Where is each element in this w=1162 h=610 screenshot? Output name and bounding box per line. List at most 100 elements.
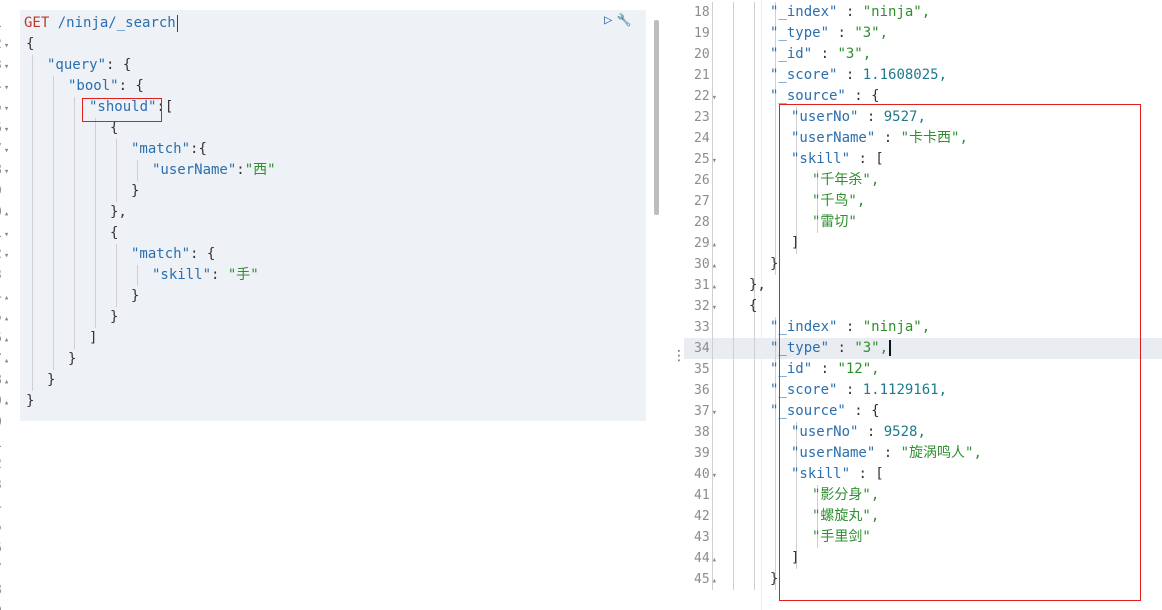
request-line[interactable]: 5▴}	[0, 307, 668, 328]
indent-guide	[32, 349, 33, 370]
request-line[interactable]: 5▾ "should":[	[0, 97, 668, 118]
code-token: "should"	[89, 99, 157, 115]
indent-guide	[754, 422, 755, 443]
fold-up-icon[interactable]: ▴	[4, 377, 9, 387]
indent-guide	[74, 97, 75, 118]
indent-guide	[733, 44, 734, 65]
empty-line[interactable]: 3	[0, 475, 668, 496]
request-line[interactable]: 4▾ "bool": {	[0, 76, 668, 97]
code-token: "西"	[244, 162, 276, 178]
fold-up-icon[interactable]: ▴	[4, 356, 9, 366]
line-number: 5▾	[0, 97, 14, 118]
request-line[interactable]: 9▴}	[0, 391, 668, 412]
indent-guide	[712, 338, 713, 359]
code-token: "_score"	[770, 67, 838, 83]
code-token: :	[858, 109, 884, 125]
fold-down-icon[interactable]: ▾	[4, 167, 9, 177]
line-number: 1	[0, 433, 14, 454]
line-number-text: 45	[694, 572, 710, 587]
code-token: :	[837, 382, 863, 398]
request-line-1[interactable]: 1 GET /ninja/_search	[0, 13, 668, 34]
line-number-text: 19	[694, 26, 710, 41]
empty-line[interactable]: 4	[0, 496, 668, 517]
fold-down-icon[interactable]: ▾	[4, 104, 9, 114]
request-scrollbar[interactable]	[654, 20, 659, 215]
line-number: 8▴	[0, 370, 14, 391]
request-line[interactable]: 0▴},	[0, 202, 668, 223]
indent-guide	[95, 286, 96, 307]
fold-down-icon[interactable]: ▾	[4, 251, 9, 261]
code-token: ]	[89, 330, 98, 346]
indent-guide	[74, 286, 75, 307]
request-editor-pane[interactable]: 1 GET /ninja/_search 2▾{ 3 ▾ "query": { 4▾"b…	[0, 0, 668, 610]
empty-line[interactable]: 1	[0, 433, 668, 454]
request-line[interactable]: 7▴}	[0, 349, 668, 370]
code-token: : {	[845, 88, 880, 104]
line-number-text: 30	[694, 257, 710, 272]
indent-guide	[733, 296, 734, 317]
fold-up-icon[interactable]: ▴	[4, 335, 9, 345]
fold-up-icon[interactable]: ▴	[4, 314, 9, 324]
indent-guide	[754, 401, 755, 422]
request-line[interactable]: 2▾ "match": {	[0, 244, 668, 265]
response-line: 40 ▾ "skill" : [	[684, 464, 1162, 485]
request-line[interactable]: 2▾ {	[0, 34, 668, 55]
empty-line[interactable]: 7	[0, 559, 668, 580]
indent-guide	[53, 160, 54, 181]
code-token: :	[875, 130, 901, 146]
empty-line[interactable]: 8	[0, 580, 668, 601]
line-number: 3	[0, 265, 14, 286]
code-token: : {	[106, 57, 132, 73]
indent-guide	[733, 107, 734, 128]
fold-up-icon[interactable]: ▴	[4, 293, 9, 303]
fold-down-icon[interactable]: ▾	[4, 230, 9, 240]
fold-down-icon[interactable]: ▾	[4, 146, 9, 156]
request-line[interactable]: 9}	[0, 181, 668, 202]
request-line[interactable]: 3▾ "query": {	[0, 55, 668, 76]
request-line[interactable]: 4▴}	[0, 286, 668, 307]
code-token: "query"	[47, 57, 107, 73]
empty-line[interactable]: 9	[0, 601, 668, 610]
empty-line[interactable]: 0	[0, 412, 668, 433]
request-line[interactable]: 1▾ {	[0, 223, 668, 244]
request-line[interactable]: 8▴}	[0, 370, 668, 391]
fold-down-icon[interactable]: ▾	[4, 62, 9, 72]
line-number: 41	[694, 485, 754, 506]
code-token: },	[110, 204, 127, 220]
request-line[interactable]: 7▾ "match":{	[0, 139, 668, 160]
empty-line[interactable]: 5	[0, 517, 668, 538]
line-number: 25 ▾	[694, 149, 754, 170]
wrench-icon[interactable]: 🔧	[616, 13, 631, 27]
indent-guide	[32, 160, 33, 181]
fold-up-icon[interactable]: ▴	[4, 398, 9, 408]
indent-guide	[712, 380, 713, 401]
code-token: "skill"	[791, 151, 851, 167]
fold-up-icon[interactable]: ▴	[4, 209, 9, 219]
indent-guide	[754, 569, 755, 590]
indent-guide	[796, 191, 797, 212]
fold-down-icon[interactable]: ▾	[4, 125, 9, 135]
indent-guide	[712, 296, 713, 317]
request-line[interactable]: 6▾ {	[0, 118, 668, 139]
line-number: 34	[694, 338, 754, 359]
indent-guide	[712, 44, 713, 65]
request-line[interactable]: 3 "skill": "手"	[0, 265, 668, 286]
play-triangle-icon[interactable]: ▷	[604, 12, 612, 28]
empty-line[interactable]: 2	[0, 454, 668, 475]
request-line[interactable]: 8▾ "userName":"西"	[0, 160, 668, 181]
request-line[interactable]: 6▴]	[0, 328, 668, 349]
code-token: "match"	[131, 246, 191, 262]
request-editor[interactable]: 1 GET /ninja/_search 2▾{ 3 ▾ "query": { 4▾"b…	[0, 0, 668, 610]
response-viewer[interactable]: 18 "_index" : "ninja", 19 "_type" : "3", 20 "…	[684, 0, 1162, 610]
response-viewer-pane[interactable]: 18 "_index" : "ninja", 19 "_type" : "3", 20 "…	[684, 0, 1162, 610]
line-number: 1▾	[0, 223, 14, 244]
empty-line[interactable]: 6	[0, 538, 668, 559]
line-number: 5▴	[0, 307, 14, 328]
fold-down-icon[interactable]: ▾	[4, 83, 9, 93]
indent-guide	[796, 506, 797, 527]
fold-down-icon[interactable]: ▾	[4, 41, 9, 51]
response-line: 20 "_id" : "3",	[684, 44, 1162, 65]
pane-splitter[interactable]: ⋮	[668, 0, 686, 610]
code-token: :	[829, 340, 855, 356]
response-line: 35 "_id" : "12",	[684, 359, 1162, 380]
